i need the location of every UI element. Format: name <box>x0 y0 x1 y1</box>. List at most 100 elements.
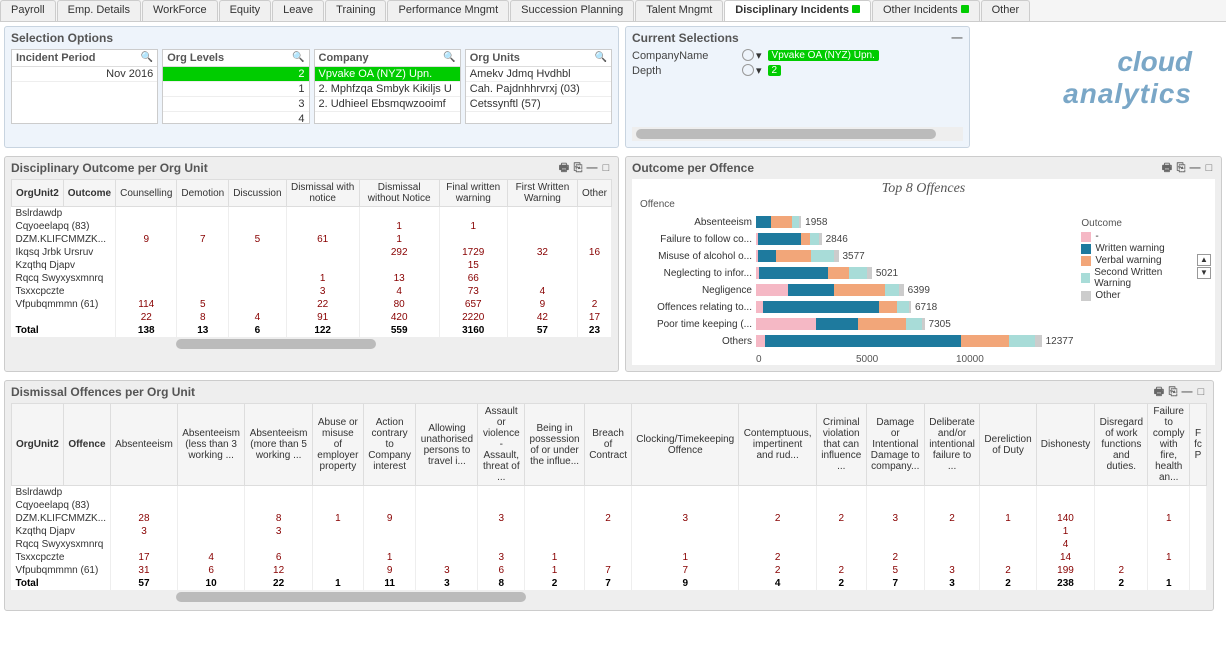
list-item[interactable]: 2. Udhieel Ebsmqwzooimf <box>315 97 460 112</box>
chart-segment[interactable] <box>922 318 924 330</box>
table-row[interactable]: Cqyoeelapq (83) <box>12 499 111 512</box>
print-icon[interactable]: 🖶 <box>1153 386 1165 398</box>
chart-segment[interactable] <box>849 267 867 279</box>
minimize-icon[interactable]: — <box>951 32 963 44</box>
chart-segment[interactable] <box>792 216 799 228</box>
table1[interactable]: OrgUnit2OutcomeCounsellingDemotionDiscus… <box>11 179 612 337</box>
table-row[interactable]: Tsxxcpczte <box>12 551 111 564</box>
table2[interactable]: OrgUnit2OffenceAbsenteeismAbsenteeism (l… <box>11 403 1207 590</box>
table-row[interactable] <box>12 311 116 324</box>
chart-segment[interactable] <box>885 284 899 296</box>
tab-workforce[interactable]: WorkForce <box>142 0 218 21</box>
chart-segment[interactable] <box>819 233 821 245</box>
print-icon[interactable]: 🖶 <box>1161 162 1173 174</box>
chart-segment[interactable] <box>961 335 1009 347</box>
table-row[interactable]: Ikqsq Jrbk Ursruv <box>12 246 116 259</box>
tab-training[interactable]: Training <box>325 0 386 21</box>
tab-disciplinary-incidents[interactable]: Disciplinary Incidents <box>724 0 871 21</box>
list-item[interactable]: 1 <box>163 82 308 97</box>
list-item[interactable]: 2 <box>163 67 308 82</box>
chart-segment[interactable] <box>801 233 810 245</box>
chart-segment[interactable] <box>756 335 765 347</box>
tab-performance-mngmt[interactable]: Performance Mngmt <box>387 0 509 21</box>
listbox-company[interactable]: Company🔍Vpvake OA (NYZ) Upn.2. Mphfzqa S… <box>314 49 461 124</box>
tab-talent-mngmt[interactable]: Talent Mngmt <box>635 0 723 21</box>
chart-segment[interactable] <box>828 267 849 279</box>
list-item[interactable]: Amekv Jdmq Hvdhbl <box>466 67 611 82</box>
chart-segment[interactable] <box>799 216 801 228</box>
chart-segment[interactable] <box>771 216 792 228</box>
chart-segment[interactable] <box>906 318 922 330</box>
list-item[interactable]: Cetssynftl (57) <box>466 97 611 112</box>
scroll-up-icon[interactable]: ▲ <box>1197 254 1211 266</box>
table-row[interactable]: Bslrdawdp <box>12 486 111 500</box>
chart-segment[interactable] <box>899 284 904 296</box>
selection-value[interactable]: 2 <box>768 65 782 76</box>
chart-segment[interactable] <box>858 318 906 330</box>
chart-segment[interactable] <box>1035 335 1042 347</box>
table-row[interactable]: Rqcq Swyxysxmnrq <box>12 538 111 551</box>
chart-segment[interactable] <box>834 250 839 262</box>
table-row[interactable]: Kzqthq Djapv <box>12 525 111 538</box>
tab-other[interactable]: Other <box>981 0 1031 21</box>
list-item[interactable]: Vpvake OA (NYZ) Upn. <box>315 67 460 82</box>
chart-segment[interactable] <box>758 250 776 262</box>
tab-succession-planning[interactable]: Succession Planning <box>510 0 634 21</box>
table-row[interactable]: Bslrdawdp <box>12 207 116 221</box>
dropdown-icon[interactable]: ▾ <box>756 49 762 62</box>
table-row[interactable]: Rqcq Swyxysxmnrq <box>12 272 116 285</box>
tab-equity[interactable]: Equity <box>219 0 272 21</box>
maximize-icon[interactable]: □ <box>1203 162 1215 174</box>
maximize-icon[interactable]: □ <box>1195 386 1207 398</box>
chart-segment[interactable] <box>758 233 801 245</box>
selection-value[interactable]: Vpvake OA (NYZ) Upn. <box>768 50 879 61</box>
tab-leave[interactable]: Leave <box>272 0 324 21</box>
listbox-incident-period[interactable]: Incident Period🔍Nov 2016 <box>11 49 158 124</box>
list-item[interactable]: Cah. Pajdnhhrvrxj (03) <box>466 82 611 97</box>
chart-segment[interactable] <box>756 284 788 296</box>
table-row[interactable]: Tsxxcpczte <box>12 285 116 298</box>
minimize-icon[interactable]: — <box>586 162 598 174</box>
minimize-icon[interactable]: — <box>1189 162 1201 174</box>
search-icon[interactable]: 🔍 <box>443 52 455 64</box>
chart-segment[interactable] <box>1009 335 1034 347</box>
table-row[interactable]: DZM.KLIFCMMZK... <box>12 512 111 525</box>
list-item[interactable]: 4 <box>163 112 308 123</box>
list-item[interactable]: 2. Mphfzqa Smbyk Kikiljs U <box>315 82 460 97</box>
chart-segment[interactable] <box>867 267 872 279</box>
table-row[interactable]: Cqyoeelapq (83) <box>12 220 116 233</box>
chart-segment[interactable] <box>879 301 897 313</box>
dropdown-icon[interactable]: ▾ <box>756 64 762 77</box>
table-row[interactable]: Kzqthq Djapv <box>12 259 116 272</box>
chart-segment[interactable] <box>816 318 858 330</box>
chart-segment[interactable] <box>763 301 879 313</box>
chart-segment[interactable] <box>765 335 961 347</box>
search-icon[interactable]: 🔍 <box>595 52 607 64</box>
chart-segment[interactable] <box>788 284 834 296</box>
tab-emp-details[interactable]: Emp. Details <box>57 0 141 21</box>
search-icon[interactable]: 🔍 <box>141 52 153 64</box>
clear-icon[interactable] <box>742 64 754 76</box>
list-item[interactable]: Nov 2016 <box>12 67 157 82</box>
table-row[interactable]: DZM.KLIFCMMZK... <box>12 233 116 246</box>
chart-segment[interactable] <box>811 250 834 262</box>
chart-segment[interactable] <box>834 284 885 296</box>
tab-other-incidents[interactable]: Other Incidents <box>872 0 980 21</box>
chart-segment[interactable] <box>756 216 771 228</box>
chart-segment[interactable] <box>909 301 911 313</box>
chart-segment[interactable] <box>897 301 909 313</box>
minimize-icon[interactable]: — <box>1181 386 1193 398</box>
tab-payroll[interactable]: Payroll <box>0 0 56 21</box>
chart-segment[interactable] <box>756 301 763 313</box>
clear-icon[interactable] <box>742 49 754 61</box>
chart-segment[interactable] <box>756 318 816 330</box>
table-row[interactable]: Vfpubqmmmn (61) <box>12 298 116 311</box>
listbox-org-levels[interactable]: Org Levels🔍2134 <box>162 49 309 124</box>
search-icon[interactable]: 🔍 <box>292 52 304 64</box>
maximize-icon[interactable]: □ <box>600 162 612 174</box>
listbox-org-units[interactable]: Org Units🔍Amekv Jdmq HvdhblCah. Pajdnhhr… <box>465 49 612 124</box>
export-icon[interactable]: ⎘ <box>572 162 584 174</box>
chart-segment[interactable] <box>759 267 828 279</box>
table-row[interactable]: Vfpubqmmmn (61) <box>12 564 111 577</box>
export-icon[interactable]: ⎘ <box>1175 162 1187 174</box>
